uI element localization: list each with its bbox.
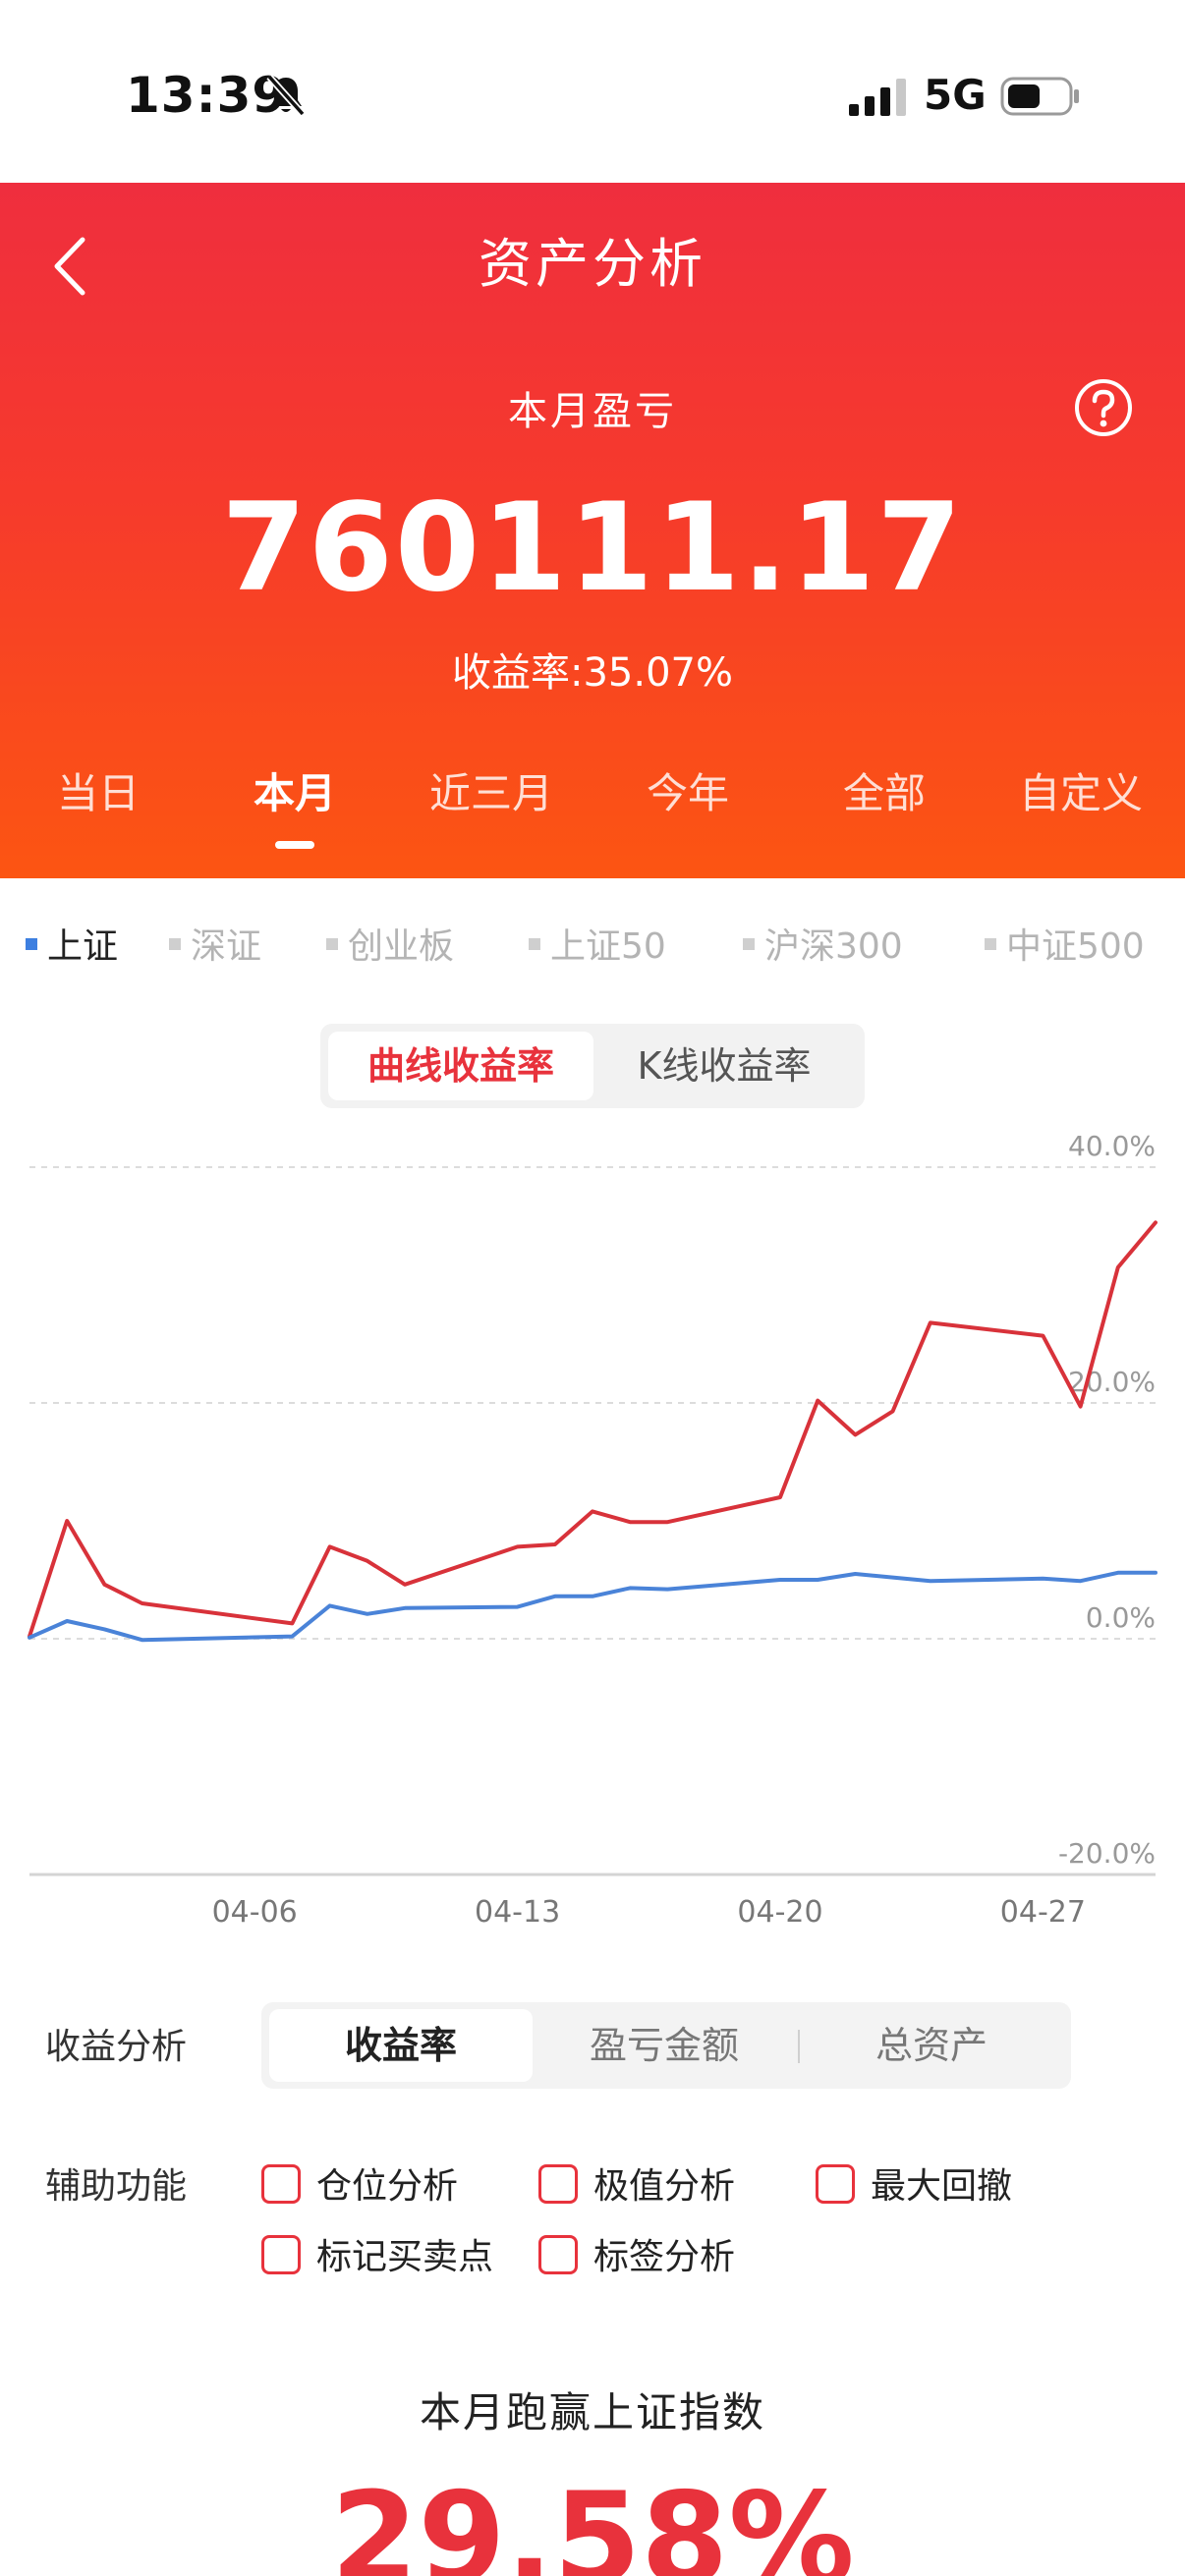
tab-this-year[interactable]: 今年 — [590, 760, 786, 820]
metric-pnl-tab[interactable]: 盈亏金额 — [533, 2009, 796, 2082]
month-pnl-label: 本月盈亏 — [508, 389, 677, 434]
legend-dot — [169, 938, 181, 950]
legend-dot — [326, 938, 338, 950]
yield-rate: 收益率:35.07% — [452, 650, 733, 696]
aux-tag-analysis[interactable]: 标签分析 — [538, 2228, 735, 2279]
tab-custom[interactable]: 自定义 — [983, 760, 1179, 820]
index-selector: 上证 深证 创业板 上证50 沪深300 中证500 — [0, 918, 1185, 971]
period-tabs: 当日 本月 近三月 今年 全部 自定义 — [0, 760, 1185, 849]
page-title: 资产分析 — [479, 233, 706, 295]
network-label: 5G — [924, 71, 987, 119]
status-bar: 13:39 5G — [0, 0, 1185, 183]
yield-chart: 40.0% 20.0% 0.0% -20.0% 04-06 04-13 04-20 04-27 — [0, 1120, 1185, 1935]
help-icon[interactable] — [1073, 377, 1134, 438]
x-tick-label: 04-06 — [212, 1895, 298, 1930]
x-tick-label: 04-20 — [737, 1895, 822, 1930]
tab-three-months[interactable]: 近三月 — [393, 760, 590, 820]
tab-this-month[interactable]: 本月 — [197, 760, 393, 820]
aux-mark-trades[interactable]: 标记买卖点 — [261, 2228, 493, 2279]
index-sse50[interactable]: 上证50 — [529, 918, 666, 969]
battery-icon — [1000, 77, 1079, 116]
index-shenzhen[interactable]: 深证 — [169, 918, 261, 969]
y-tick-label: -20.0% — [1058, 1837, 1156, 1870]
yield-chart-svg: 40.0% 20.0% 0.0% -20.0% 04-06 04-13 04-20 04-27 — [28, 1130, 1157, 1930]
active-tab-indicator — [275, 841, 314, 849]
aux-position-analysis[interactable]: 仓位分析 — [261, 2157, 458, 2209]
signal-icon — [849, 79, 906, 116]
chart-mode-toggle: 曲线收益率 K线收益率 — [320, 1024, 865, 1108]
pnl-value: 760111.17 — [221, 477, 964, 619]
legend-dot — [985, 938, 996, 950]
x-tick-label: 04-27 — [1000, 1895, 1086, 1930]
outperform-value: 29.58% — [330, 2466, 855, 2576]
legend-dot — [743, 938, 755, 950]
kline-yield-tab[interactable]: K线收益率 — [592, 1032, 857, 1100]
y-tick-label: 20.0% — [1068, 1366, 1156, 1398]
index-series-line — [28, 1570, 1157, 1643]
checkbox[interactable] — [261, 2164, 301, 2204]
checkbox[interactable] — [538, 2235, 578, 2274]
index-csi500[interactable]: 中证500 — [985, 918, 1145, 969]
curve-yield-tab[interactable]: 曲线收益率 — [328, 1032, 593, 1100]
x-tick-label: 04-13 — [475, 1895, 560, 1930]
aux-label: 辅助功能 — [45, 2166, 188, 2207]
aux-max-drawdown[interactable]: 最大回撤 — [816, 2157, 1012, 2209]
checkbox[interactable] — [816, 2164, 855, 2204]
y-tick-label: 40.0% — [1068, 1130, 1156, 1162]
legend-dot — [529, 938, 540, 950]
checkbox[interactable] — [538, 2164, 578, 2204]
outperform-label: 本月跑赢上证指数 — [419, 2388, 765, 2436]
portfolio-series-line — [28, 1220, 1157, 1639]
analysis-label: 收益分析 — [45, 2027, 188, 2067]
bell-off-icon — [266, 74, 306, 117]
index-csi300[interactable]: 沪深300 — [743, 918, 903, 969]
metric-total-assets-tab[interactable]: 总资产 — [800, 2009, 1063, 2082]
index-chinext[interactable]: 创业板 — [326, 918, 454, 969]
tab-all[interactable]: 全部 — [786, 760, 983, 820]
tab-today[interactable]: 当日 — [0, 760, 197, 820]
checkbox[interactable] — [261, 2235, 301, 2274]
index-shanghai[interactable]: 上证 — [26, 918, 118, 969]
metric-yield-tab[interactable]: 收益率 — [269, 2009, 533, 2082]
aux-extreme-analysis[interactable]: 极值分析 — [538, 2157, 735, 2209]
legend-dot — [26, 938, 37, 950]
hero-header: 资产分析 本月盈亏 760111.17 收益率:35.07% 当日 本月 近三月… — [0, 183, 1185, 878]
y-tick-label: 0.0% — [1086, 1601, 1156, 1634]
analysis-metric-toggle: 收益率 盈亏金额 总资产 — [261, 2002, 1071, 2089]
